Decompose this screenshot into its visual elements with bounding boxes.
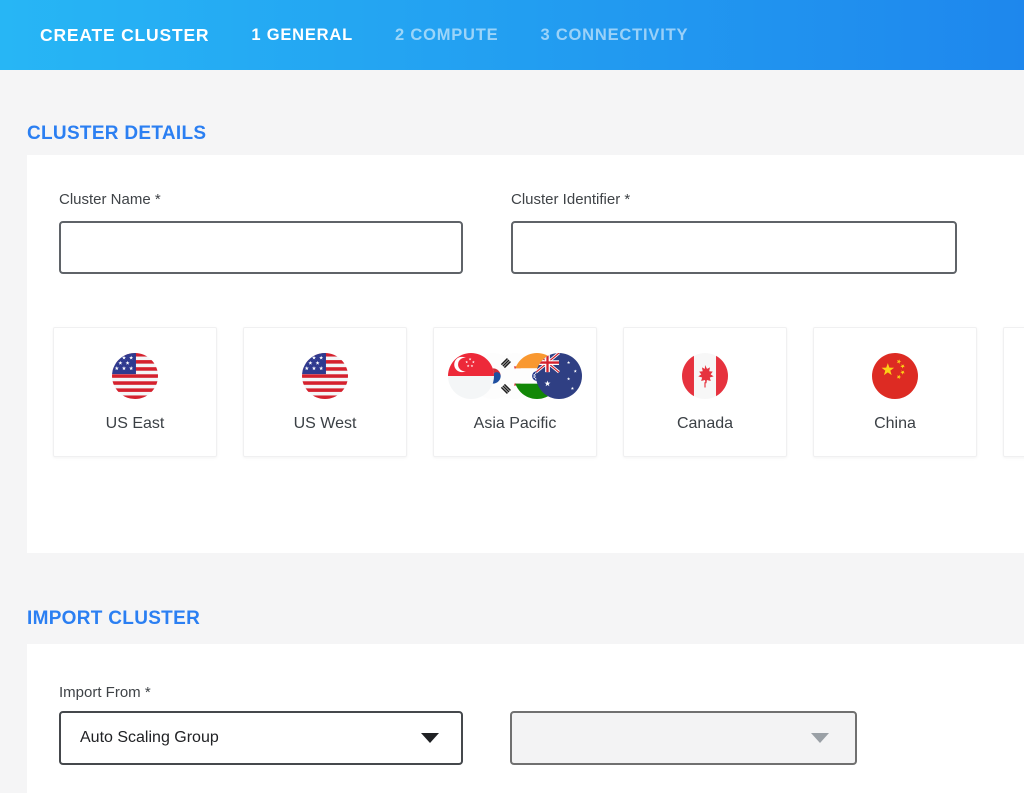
region-label: Canada [677,415,733,433]
cluster-details-card: Cluster Name * Cluster Identifier * [27,155,1024,553]
import-from-selected-value: Auto Scaling Group [80,729,219,747]
china-flag-icon [872,353,918,399]
asia-pacific-flags [448,353,582,399]
cluster-identifier-input[interactable] [511,221,957,274]
region-card-us-west[interactable]: US West [243,327,407,457]
us-flag-icon [302,353,348,399]
import-dropdown-row: Auto Scaling Group [59,711,1024,765]
tab-general[interactable]: 1 GENERAL [251,26,353,45]
tab-connectivity[interactable]: 3 CONNECTIVITY [540,26,688,45]
wizard-header: CREATE CLUSTER 1 GENERAL 2 COMPUTE 3 CON… [0,0,1024,70]
wizard-tabs: 1 GENERAL 2 COMPUTE 3 CONNECTIVITY [251,26,688,45]
import-cluster-heading: IMPORT CLUSTER [27,608,1024,630]
region-card-us-east[interactable]: US East [53,327,217,457]
page-title: CREATE CLUSTER [40,25,209,46]
import-source-dropdown[interactable] [510,711,857,765]
region-selector-row: US East [53,327,1024,457]
cluster-identifier-field-group: Cluster Identifier * [511,191,957,274]
region-card-canada[interactable]: Canada [623,327,787,457]
cluster-details-heading: CLUSTER DETAILS [27,123,1024,145]
region-label: China [874,415,916,433]
cluster-name-input[interactable] [59,221,463,274]
chevron-down-icon [421,733,439,743]
cluster-name-label: Cluster Name * [59,191,463,208]
region-label: US East [106,415,165,433]
region-card-asia-pacific[interactable]: Asia Pacific [433,327,597,457]
region-card-china[interactable]: China [813,327,977,457]
region-label: US West [294,415,357,433]
us-flag-icon [112,353,158,399]
region-card-partial[interactable] [1003,327,1024,457]
region-label: Asia Pacific [474,415,557,433]
chevron-down-icon [811,733,829,743]
import-from-dropdown[interactable]: Auto Scaling Group [59,711,463,765]
cluster-name-field-group: Cluster Name * [59,191,463,274]
tab-compute[interactable]: 2 COMPUTE [395,26,498,45]
cluster-form-row: Cluster Name * Cluster Identifier * [59,191,1024,274]
import-from-label: Import From * [59,684,1024,701]
cluster-identifier-label: Cluster Identifier * [511,191,957,208]
canada-flag-icon [682,353,728,399]
import-cluster-card: Import From * Auto Scaling Group [27,644,1024,793]
